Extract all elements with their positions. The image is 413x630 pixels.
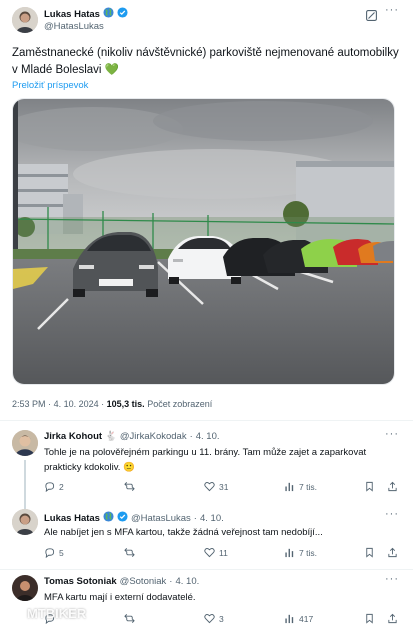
meta-separator: · <box>101 399 105 409</box>
heart-icon <box>204 614 215 624</box>
views-bar-icon <box>285 482 294 492</box>
views-count: 105,3 tis. <box>106 399 145 409</box>
like-button[interactable]: 3 <box>204 613 224 624</box>
translate-link[interactable]: Preložiť príspevok <box>12 80 88 91</box>
views-count: 417 <box>299 613 314 624</box>
post-meta: 2:53 PM · 4. 10. 2024 · 105,3 tis. Počet… <box>12 399 212 409</box>
heart-icon <box>204 482 215 492</box>
reply-tweet[interactable]: Jirka Kohout 🐇 @JirkaKokodak · 4. 10. ··… <box>0 424 413 510</box>
reply-button[interactable]: 5 <box>44 547 64 558</box>
reply-actions: 3 417 <box>44 613 399 627</box>
more-icon[interactable]: ··· <box>385 428 399 440</box>
share-icon <box>388 547 397 558</box>
views-button[interactable]: 7 tis. <box>284 547 317 558</box>
thread-line <box>24 460 26 510</box>
main-post: Lukas Hatas @HatasLukas ··· Zaměstnaneck… <box>0 0 413 417</box>
avatar[interactable] <box>12 509 38 535</box>
post-text: Zaměstnanecké (nikoliv návštěvnické) par… <box>12 47 399 76</box>
author-name[interactable]: Jirka Kohout <box>44 431 102 442</box>
post-time[interactable]: 2:53 PM <box>12 399 46 409</box>
divider <box>0 420 413 421</box>
like-button[interactable]: 31 <box>204 481 228 492</box>
avatar[interactable] <box>12 7 38 33</box>
views-button[interactable]: 417 <box>284 613 313 624</box>
reply-date[interactable]: 4. 10. <box>196 431 220 442</box>
meta-separator: · <box>169 576 173 587</box>
gear-logo-icon <box>6 604 24 622</box>
reply-count: 5 <box>59 547 64 558</box>
comment-icon <box>45 482 55 492</box>
parking-lot-image <box>13 99 394 384</box>
bookmark-icon <box>366 547 373 558</box>
reply-text: Tohle je na polověřejném parkingu u 11. … <box>44 447 367 473</box>
grok-icon[interactable] <box>366 8 377 26</box>
bookmark-button[interactable] <box>364 547 375 558</box>
reply-tweet[interactable]: Lukas Hatas @HatasLukas · 4. 10. ··· Ale… <box>0 505 413 571</box>
reply-date[interactable]: 4. 10. <box>175 576 199 587</box>
repost-icon <box>124 548 135 557</box>
share-button[interactable] <box>387 613 398 624</box>
views-button[interactable]: 7 tis. <box>284 481 317 492</box>
earth-icon <box>103 7 114 21</box>
avatar[interactable] <box>12 575 38 601</box>
share-icon <box>388 613 397 624</box>
views-count: 7 tis. <box>299 547 317 558</box>
views-bar-icon <box>285 548 294 558</box>
reply-actions: 2 31 7 tis. <box>44 481 399 495</box>
author-name[interactable]: Lukas Hatas <box>44 513 100 524</box>
repost-button[interactable] <box>124 481 139 492</box>
meta-separator: · <box>193 512 197 524</box>
verified-icon <box>117 511 128 525</box>
bookmark-button[interactable] <box>364 481 375 492</box>
earth-icon <box>103 511 114 525</box>
bookmark-icon <box>366 481 373 492</box>
repost-button[interactable] <box>124 613 139 624</box>
more-icon[interactable]: ··· <box>385 573 399 585</box>
author-handle[interactable]: @JirkaKokodak <box>120 431 187 442</box>
author-name[interactable]: Lukas Hatas <box>44 9 100 20</box>
reply-text: Ale nabíjet jen s MFA kartou, takže žádn… <box>44 527 323 538</box>
like-count: 31 <box>219 481 229 492</box>
watermark: MTBIKER <box>6 604 86 622</box>
like-count: 11 <box>219 547 228 558</box>
author-handle[interactable]: @HatasLukas <box>131 513 191 524</box>
reply-button[interactable]: 2 <box>44 481 64 492</box>
views-count: 7 tis. <box>299 481 317 492</box>
author-name[interactable]: Tomas Sotoniak <box>44 576 117 587</box>
rabbit-badge-icon: 🐇 <box>105 431 117 442</box>
share-button[interactable] <box>387 547 398 558</box>
more-icon[interactable]: ··· <box>385 508 399 520</box>
bookmark-button[interactable] <box>364 613 375 624</box>
bookmark-icon <box>366 613 373 624</box>
heart-icon <box>204 548 215 558</box>
watermark-text: MTBIKER <box>27 605 87 621</box>
views-label: Počet zobrazení <box>147 399 213 409</box>
verified-icon <box>117 7 128 21</box>
views-bar-icon <box>285 614 294 624</box>
share-button[interactable] <box>387 481 398 492</box>
avatar[interactable] <box>12 430 38 456</box>
reply-date[interactable]: 4. 10. <box>200 513 224 524</box>
post-date[interactable]: 4. 10. 2024 <box>54 399 99 409</box>
meta-separator: · <box>189 431 193 442</box>
reply-actions: 5 11 7 tis. <box>44 547 399 561</box>
reply-text: MFA kartu mají i externí dodavatelé. <box>44 592 196 603</box>
like-count: 3 <box>219 613 224 624</box>
post-photo[interactable] <box>12 98 395 385</box>
author-handle[interactable]: @Sotoniak <box>120 576 167 587</box>
meta-separator: · <box>48 399 52 409</box>
reply-count: 2 <box>59 481 64 492</box>
more-icon[interactable]: ··· <box>385 4 399 16</box>
repost-icon <box>124 482 135 491</box>
repost-icon <box>124 614 135 623</box>
like-button[interactable]: 11 <box>204 547 228 558</box>
share-icon <box>388 481 397 492</box>
repost-button[interactable] <box>124 547 139 558</box>
comment-icon <box>45 548 55 558</box>
author-handle[interactable]: @HatasLukas <box>44 21 104 32</box>
